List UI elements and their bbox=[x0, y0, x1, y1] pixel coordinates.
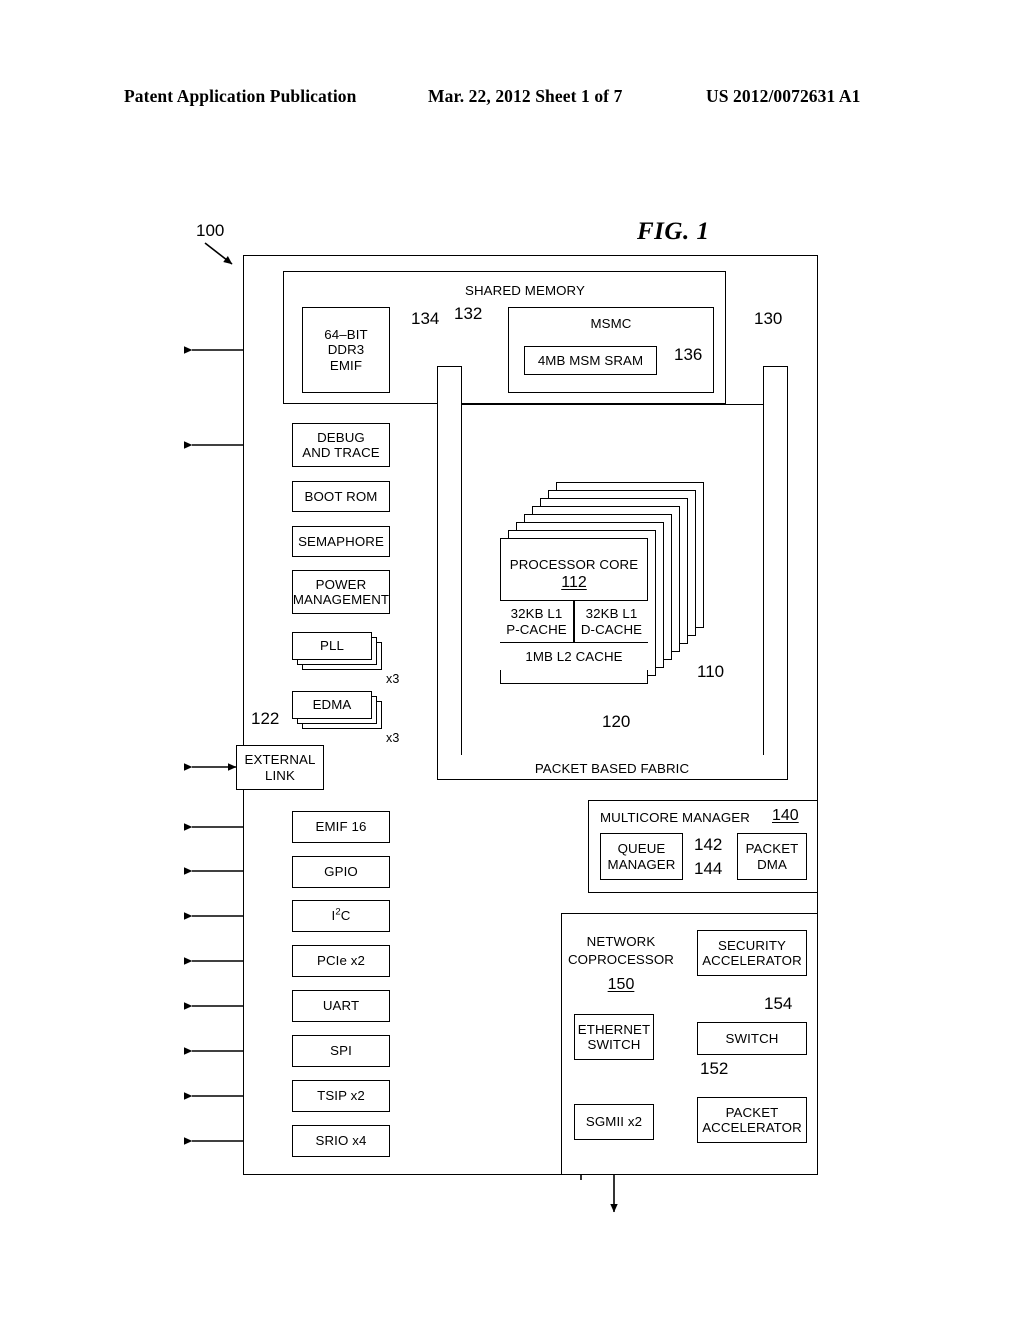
ddr3-line1: 64–BIT bbox=[324, 326, 368, 342]
block-i2c: I2C bbox=[292, 900, 390, 932]
block-pll: PLL bbox=[292, 632, 372, 660]
ref-120: 120 bbox=[602, 712, 631, 731]
ref-122: 122 bbox=[251, 709, 280, 728]
packet-accel-line1: PACKET bbox=[725, 1104, 779, 1120]
ref-132: 132 bbox=[454, 304, 483, 323]
figure-label: FIG. 1 bbox=[637, 218, 710, 245]
i2c-label: I2C bbox=[331, 906, 351, 924]
processor-core-title: PROCESSOR CORE bbox=[509, 557, 639, 572]
external-link-line1: EXTERNAL bbox=[244, 752, 316, 768]
network-coprocessor-line1: NETWORK bbox=[586, 934, 656, 949]
ethernet-switch-line1: ETHERNET bbox=[577, 1021, 651, 1037]
block-emif-16: EMIF 16 bbox=[292, 811, 390, 843]
l1d-line1: 32KB L1 bbox=[585, 606, 638, 622]
l1p-cache-block: 32KB L1 P-CACHE bbox=[500, 600, 574, 642]
ethernet-switch-line2: SWITCH bbox=[587, 1037, 641, 1052]
block-srio-x4: SRIO x4 bbox=[292, 1125, 390, 1157]
block-pcie-x2: PCIe x2 bbox=[292, 945, 390, 977]
security-accel-line1: SECURITY bbox=[717, 937, 787, 953]
edma-multiplier: x3 bbox=[386, 731, 400, 745]
packet-dma-line2: DMA bbox=[757, 856, 787, 872]
l1p-line2: P-CACHE bbox=[506, 621, 567, 637]
fabric-left-column bbox=[437, 366, 462, 780]
ddr3-line3: EMIF bbox=[329, 357, 363, 373]
multicore-manager-title: MULTICORE MANAGER bbox=[600, 810, 750, 825]
ref-136: 136 bbox=[674, 345, 703, 364]
block-spi: SPI bbox=[292, 1035, 390, 1067]
queue-manager-line2: MANAGER bbox=[607, 856, 676, 872]
figure-page: Patent Application Publication Mar. 22, … bbox=[0, 0, 1024, 1320]
ref-112: 112 bbox=[561, 574, 587, 591]
ref-110: 110 bbox=[697, 662, 725, 681]
block-packet-dma: PACKET DMA bbox=[737, 833, 807, 880]
block-uart: UART bbox=[292, 990, 390, 1022]
msm-sram-block: 4MB MSM SRAM bbox=[524, 346, 657, 375]
power-line2: MANAGEMENT bbox=[292, 592, 390, 607]
block-switch: SWITCH bbox=[697, 1022, 807, 1055]
ref-134: 134 bbox=[411, 309, 440, 328]
header-date-sheet: Mar. 22, 2012 Sheet 1 of 7 bbox=[428, 86, 623, 106]
packet-dma-line1: PACKET bbox=[745, 841, 799, 857]
debug-line1: DEBUG bbox=[317, 429, 365, 445]
ref-130: 130 bbox=[754, 309, 783, 328]
fabric-right-column bbox=[763, 366, 788, 780]
l2-cache-block: 1MB L2 CACHE bbox=[500, 642, 648, 670]
packet-accel-line2: ACCELERATOR bbox=[702, 1120, 802, 1135]
l1d-line2: D-CACHE bbox=[580, 621, 643, 637]
block-queue-manager: QUEUE MANAGER bbox=[600, 833, 683, 880]
block-debug-and-trace: DEBUG AND TRACE bbox=[292, 423, 390, 467]
block-packet-accelerator: PACKET ACCELERATOR bbox=[697, 1097, 807, 1143]
ref-144: 144 bbox=[694, 859, 723, 878]
block-security-accelerator: SECURITY ACCELERATOR bbox=[697, 930, 807, 976]
ref-142: 142 bbox=[694, 835, 723, 854]
debug-line2: AND TRACE bbox=[302, 445, 380, 460]
pll-multiplier: x3 bbox=[386, 672, 400, 686]
ddr3-emif-block: 64–BIT DDR3 EMIF bbox=[302, 307, 390, 393]
queue-manager-line1: QUEUE bbox=[617, 841, 666, 857]
block-ethernet-switch: ETHERNET SWITCH bbox=[574, 1014, 654, 1060]
security-accel-line2: ACCELERATOR bbox=[702, 953, 802, 968]
network-coprocessor-line2: COPROCESSOR bbox=[567, 952, 674, 967]
block-gpio: GPIO bbox=[292, 856, 390, 888]
block-semaphore: SEMAPHORE bbox=[292, 526, 390, 557]
block-external-link: EXTERNAL LINK bbox=[236, 745, 324, 790]
block-tsip-x2: TSIP x2 bbox=[292, 1080, 390, 1112]
block-edma: EDMA bbox=[292, 691, 372, 719]
block-sgmii: SGMII x2 bbox=[574, 1104, 654, 1140]
block-power-management: POWER MANAGEMENT bbox=[292, 570, 390, 614]
msmc-title: MSMC bbox=[590, 316, 632, 331]
shared-memory-title: SHARED MEMORY bbox=[464, 283, 585, 298]
header-publication: Patent Application Publication bbox=[124, 86, 357, 106]
ref-140: 140 bbox=[772, 807, 799, 824]
external-link-line2: LINK bbox=[265, 767, 295, 783]
block-boot-rom: BOOT ROM bbox=[292, 481, 390, 512]
power-line1: POWER bbox=[315, 576, 367, 592]
fabric-inner-top bbox=[462, 404, 763, 406]
l1d-cache-block: 32KB L1 D-CACHE bbox=[574, 600, 648, 642]
fabric-label: PACKET BASED FABRIC bbox=[534, 761, 690, 776]
l1p-line1: 32KB L1 bbox=[510, 606, 563, 622]
ref-152: 152 bbox=[700, 1059, 729, 1078]
ddr3-line2: DDR3 bbox=[327, 342, 365, 358]
ref-150: 150 bbox=[607, 976, 635, 993]
ref-100: 100 bbox=[196, 221, 225, 240]
header-patent-number: US 2012/0072631 A1 bbox=[706, 86, 861, 106]
running-header: Patent Application Publication Mar. 22, … bbox=[0, 86, 1024, 110]
ref-154: 154 bbox=[764, 994, 793, 1013]
